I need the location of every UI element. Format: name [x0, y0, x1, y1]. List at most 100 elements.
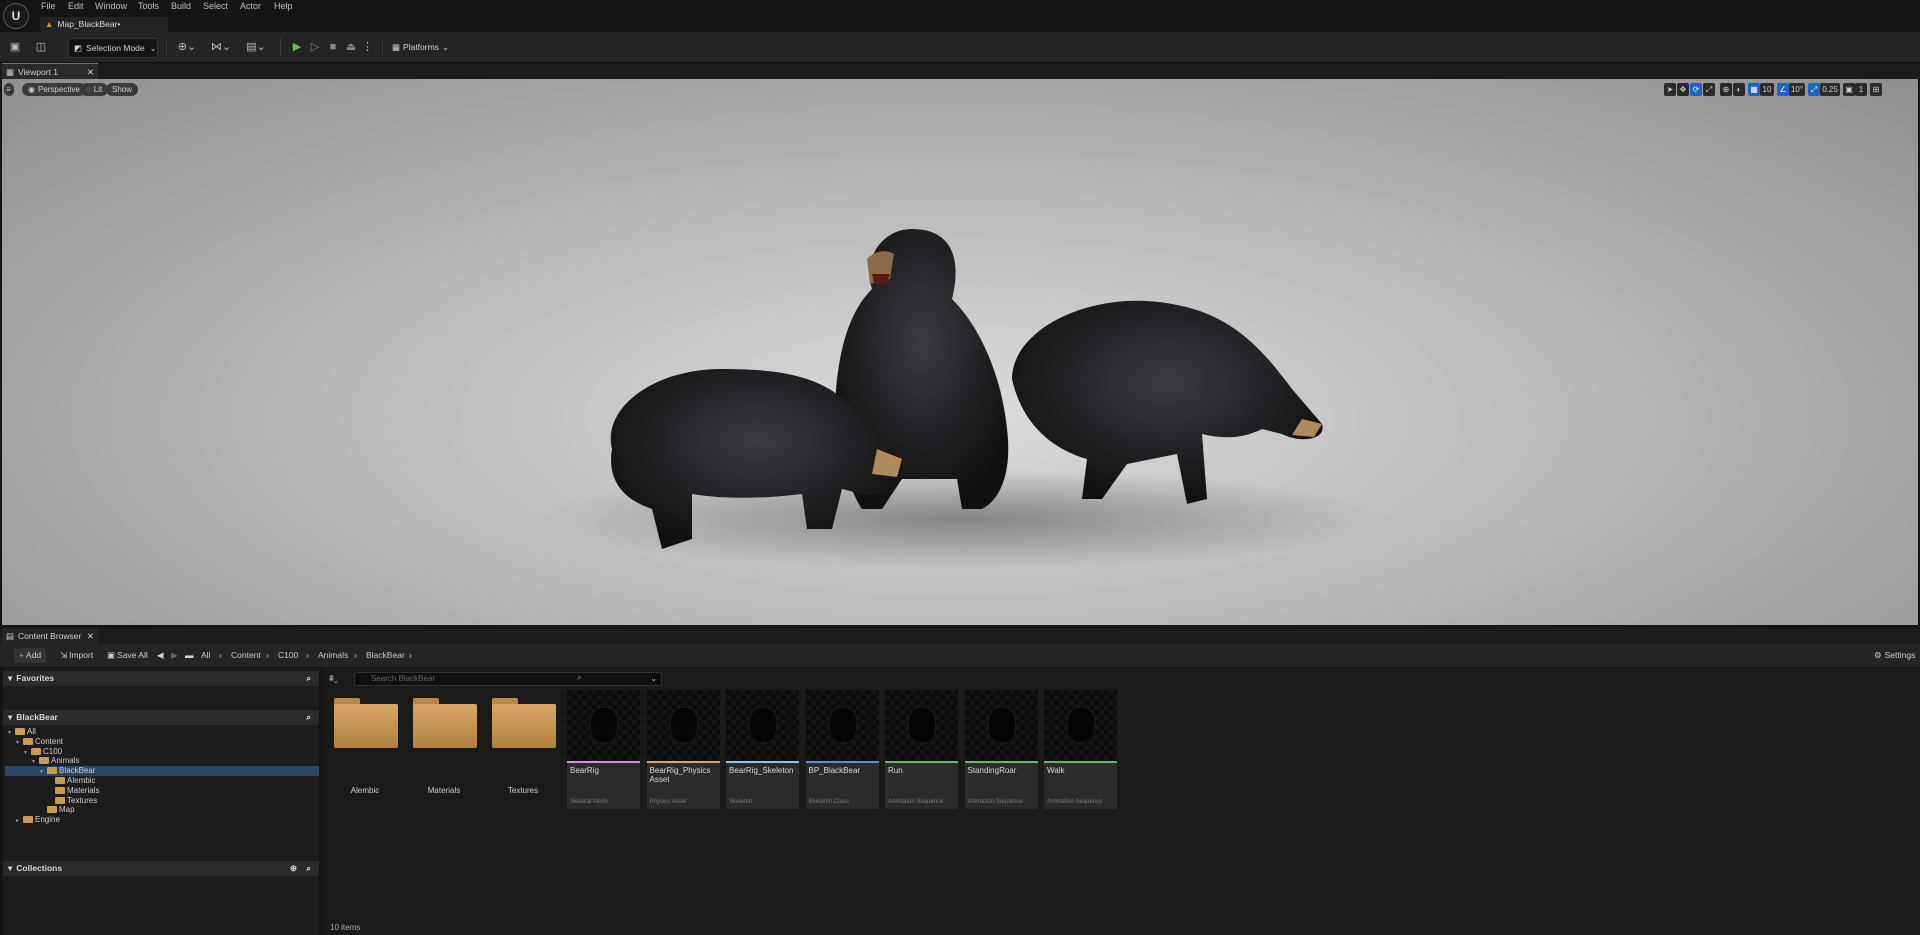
- close-icon[interactable]: ✕: [87, 628, 94, 644]
- tree-item[interactable]: Map: [40, 805, 75, 815]
- asset-tile[interactable]: Walk Animation Sequence: [1044, 690, 1117, 809]
- favorites-header[interactable]: ▾ Favorites ⌕: [3, 671, 319, 686]
- history-back-icon[interactable]: ◀: [157, 648, 164, 663]
- scale-snap-icon[interactable]: ⤢: [1808, 83, 1820, 96]
- chevron-down-icon[interactable]: ⌄: [650, 673, 657, 685]
- search-icon[interactable]: ⌕: [306, 861, 311, 876]
- filter-icon[interactable]: ⩩⌄: [329, 673, 338, 684]
- tree-item[interactable]: ▾ Animals: [32, 756, 79, 766]
- grid-snap-icon[interactable]: ▦: [1748, 83, 1760, 96]
- selection-mode-dropdown[interactable]: ◩ Selection Mode ⌄: [68, 38, 158, 58]
- breadcrumb-c100[interactable]: C100: [278, 648, 298, 663]
- viewport-tab[interactable]: ▦ Viewport 1 ✕: [2, 63, 98, 80]
- play-icon[interactable]: ▶: [290, 40, 304, 54]
- maximize-viewport-icon[interactable]: ⊞: [1870, 83, 1882, 96]
- asset-tile[interactable]: Run Animation Sequence: [885, 690, 958, 809]
- tree-item[interactable]: ▾ Content: [16, 737, 63, 747]
- chevron-down-icon: ⌄: [441, 42, 450, 52]
- chevron-down-icon[interactable]: ▾: [32, 757, 39, 767]
- history-forward-icon[interactable]: ▶: [171, 648, 178, 663]
- save-all-button[interactable]: ▣ Save All: [107, 648, 148, 663]
- asset-tile[interactable]: BearRig_Physics Asset Physics Asset: [646, 690, 720, 809]
- menu-file[interactable]: File: [41, 0, 56, 13]
- surface-snap-icon[interactable]: ◐: [1733, 83, 1745, 96]
- world-local-icon[interactable]: ⊕: [1720, 83, 1732, 96]
- breadcrumb-animals[interactable]: Animals: [318, 648, 348, 663]
- menu-build[interactable]: Build: [171, 0, 191, 13]
- scale-tool-icon[interactable]: ⤢: [1703, 83, 1715, 96]
- menu-actor[interactable]: Actor: [240, 0, 261, 13]
- asset-preview: [670, 708, 697, 742]
- save-icon[interactable]: ▣: [8, 40, 22, 54]
- folder-icon[interactable]: ▬: [185, 648, 194, 663]
- asset-type-bar: [726, 761, 799, 763]
- lit-button[interactable]: ◌ Lit: [80, 83, 109, 96]
- add-actor-icon[interactable]: ⊕⌄: [175, 40, 199, 54]
- path-header[interactable]: ▾ BlackBear ⌕: [3, 710, 319, 725]
- blueprint-icon[interactable]: ⋈⌄: [209, 40, 233, 54]
- translate-tool-icon[interactable]: ✥: [1677, 83, 1689, 96]
- breadcrumb-content[interactable]: Content: [231, 648, 261, 663]
- search-icon[interactable]: ⌕: [306, 710, 311, 725]
- menu-select[interactable]: Select: [203, 0, 228, 13]
- add-collection-icon[interactable]: ⊕: [290, 861, 297, 876]
- folder-tile[interactable]: Materials: [410, 690, 478, 795]
- chevron-down-icon[interactable]: ▾: [16, 738, 23, 748]
- tree-item[interactable]: ▾ All: [8, 727, 36, 737]
- camera-speed-value[interactable]: 1: [1855, 83, 1867, 96]
- cinematics-icon[interactable]: ▤⌄: [244, 40, 268, 54]
- settings-button[interactable]: ⚙ Settings: [1874, 648, 1915, 663]
- content-browser-tab[interactable]: ▤ Content Browser ✕: [2, 628, 98, 644]
- asset-search-input[interactable]: Search BlackBear ⌄: [354, 672, 662, 686]
- menu-edit[interactable]: Edit: [68, 0, 84, 13]
- viewport-menu-icon[interactable]: ≡: [4, 83, 14, 96]
- collections-header[interactable]: ▾ Collections ⊕ ⌕: [3, 861, 319, 876]
- tree-item[interactable]: ▾ C100: [24, 747, 62, 757]
- tree-item[interactable]: ▾ BlackBear: [40, 766, 95, 776]
- asset-tile[interactable]: StandingRoar Animation Sequence: [964, 690, 1038, 809]
- folder-tile[interactable]: Textures: [489, 690, 557, 795]
- rotation-snap-value[interactable]: 10°: [1789, 83, 1805, 96]
- import-label: Import: [69, 650, 94, 660]
- unreal-logo-icon[interactable]: U: [3, 3, 29, 29]
- chevron-down-icon[interactable]: ▾: [8, 728, 15, 738]
- tree-item[interactable]: Textures: [48, 796, 97, 806]
- tree-item[interactable]: Materials: [48, 786, 99, 796]
- eject-icon[interactable]: ⏏: [344, 40, 358, 54]
- search-icon[interactable]: ⌕: [306, 671, 311, 686]
- asset-preview: [909, 708, 935, 742]
- tree-item[interactable]: ▸ Engine: [16, 815, 60, 825]
- content-icon[interactable]: ◫: [34, 40, 48, 54]
- camera-speed-icon[interactable]: ▣: [1843, 83, 1855, 96]
- perspective-button[interactable]: ◉ Perspective: [22, 83, 86, 96]
- rotate-tool-icon[interactable]: ⟳: [1690, 83, 1702, 96]
- level-viewport[interactable]: ≡ ◉ Perspective ◌ Lit Show ➤ ✥ ⟳ ⤢ ⊕ ◐ ▦ 1…: [2, 79, 1918, 625]
- tree-item[interactable]: Alembic: [48, 776, 95, 786]
- map-tab[interactable]: ▲ Map_BlackBear•: [40, 17, 168, 32]
- chevron-right-icon[interactable]: ▸: [16, 816, 23, 826]
- breadcrumb-all[interactable]: All: [201, 648, 210, 663]
- platforms-dropdown[interactable]: ▦ Platforms ⌄: [392, 38, 456, 56]
- grid-snap-value[interactable]: 10: [1760, 83, 1774, 96]
- add-button[interactable]: + Add: [14, 648, 46, 663]
- show-button[interactable]: Show: [106, 83, 139, 96]
- menu-tools[interactable]: Tools: [138, 0, 159, 13]
- asset-thumbnail: [1044, 690, 1117, 761]
- asset-tile[interactable]: BearRig_Skeleton Skeleton: [726, 690, 799, 809]
- asset-tile[interactable]: BearRig Skeletal Mesh: [567, 690, 640, 809]
- stop-icon[interactable]: ■: [326, 40, 340, 54]
- more-options-icon[interactable]: ⋮: [362, 40, 373, 54]
- close-icon[interactable]: ✕: [87, 64, 94, 80]
- menu-help[interactable]: Help: [274, 0, 293, 13]
- select-tool-icon[interactable]: ➤: [1664, 83, 1676, 96]
- rotation-snap-icon[interactable]: ∠: [1777, 83, 1789, 96]
- asset-tile[interactable]: BP_BlackBear Blueprint Class: [805, 690, 879, 809]
- advance-frame-icon[interactable]: ▷: [308, 40, 322, 54]
- chevron-down-icon[interactable]: ▾: [24, 748, 31, 758]
- breadcrumb-blackbear[interactable]: BlackBear: [366, 648, 405, 663]
- menu-window[interactable]: Window: [95, 0, 127, 13]
- chevron-down-icon[interactable]: ▾: [40, 767, 47, 777]
- scale-snap-value[interactable]: 0.25: [1820, 83, 1840, 96]
- import-button[interactable]: ⇲ Import: [60, 648, 93, 663]
- folder-tile[interactable]: Alembic: [331, 690, 399, 795]
